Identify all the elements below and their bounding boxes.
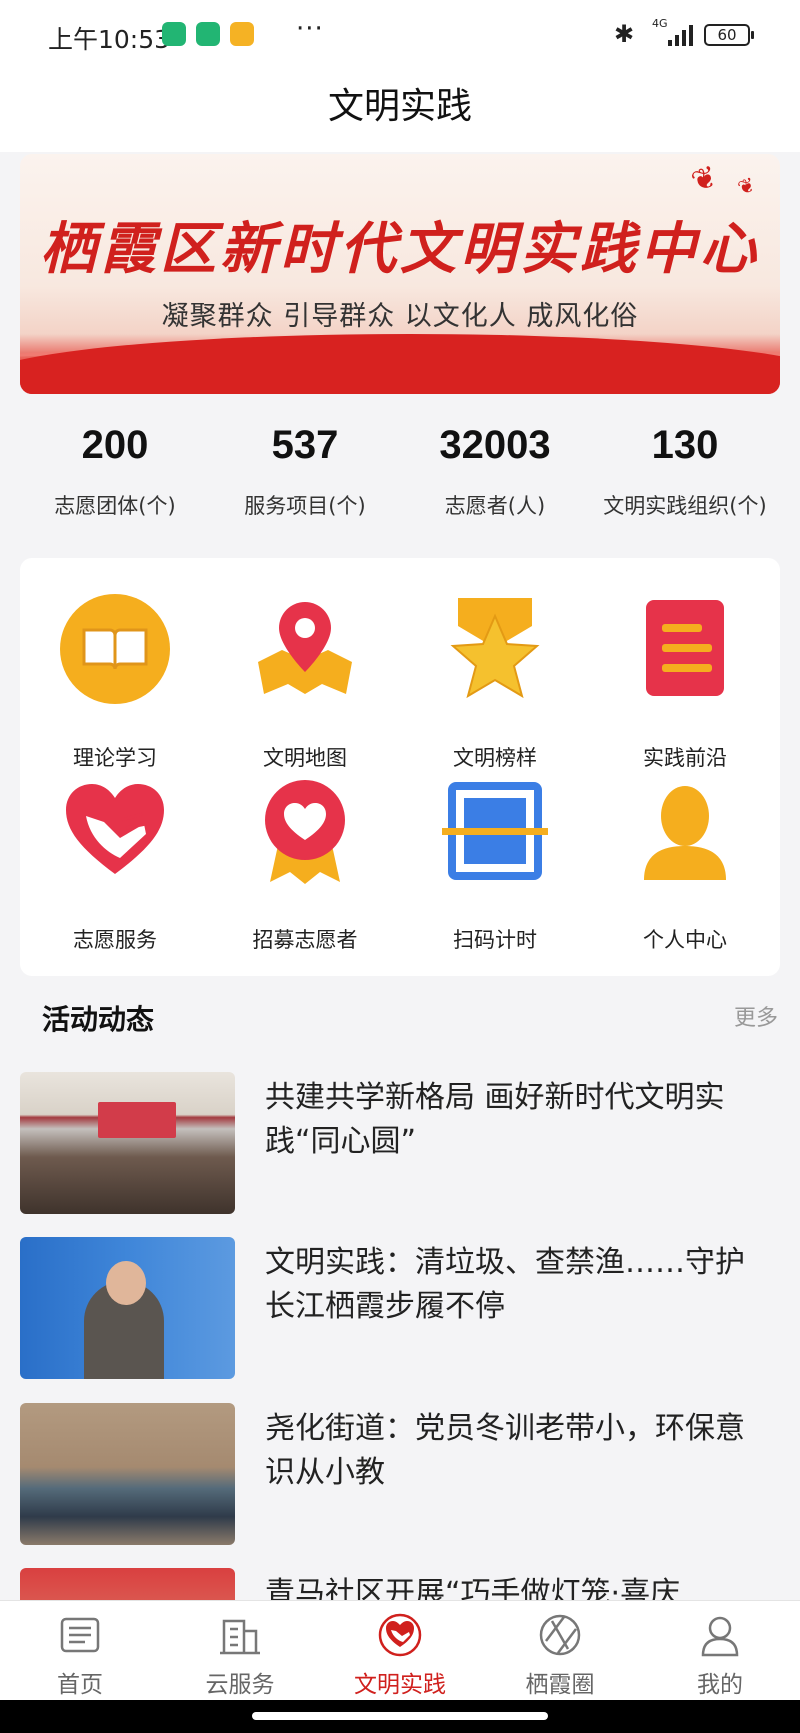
news-thumbnail — [20, 1072, 235, 1214]
tab-label: 文明实践 — [354, 1672, 446, 1698]
grid-label: 扫码计时 — [453, 928, 537, 952]
stat-value: 130 — [651, 423, 719, 467]
list-item[interactable]: 文明实践：清垃圾、查禁渔……守护长江栖霞步履不停 — [20, 1237, 780, 1382]
heart-hand-icon — [66, 784, 164, 874]
grid-item-volunteer-service[interactable]: 志愿服务 — [20, 776, 210, 952]
book-icon — [60, 594, 170, 704]
stat-value: 537 — [271, 423, 339, 467]
banner-title: 栖霞区新时代文明实践中心 — [40, 216, 760, 282]
news-title: 尧化街道：党员冬训老带小，环保意识从小教 — [265, 1411, 745, 1490]
network-type: 4G — [652, 17, 668, 30]
banner-decoration — [20, 334, 780, 394]
dove-icon: ❦ — [734, 171, 759, 201]
stat-label: 文明实践组织(个) — [603, 494, 767, 518]
more-link[interactable]: 更多 — [734, 1000, 778, 1032]
dove-icon: ❦ — [686, 158, 723, 201]
stat-value: 200 — [81, 423, 149, 467]
tab-label: 首页 — [57, 1672, 103, 1698]
banner-subtitle: 凝聚群众 引导群众 以文化人 成风化俗 — [161, 301, 639, 332]
tab-qixia-circle[interactable]: 栖霞圈 — [480, 1609, 640, 1701]
bluetooth-icon: ✱ — [614, 20, 635, 48]
stat-service-projects: 537 服务项目(个) — [210, 420, 400, 520]
stat-label: 志愿者(人) — [444, 494, 546, 518]
tab-label: 云服务 — [205, 1672, 275, 1698]
grid-label: 实践前沿 — [643, 746, 727, 770]
building-icon — [220, 1619, 260, 1655]
grid-item-personal-center[interactable]: 个人中心 — [590, 776, 780, 952]
app-notification-icon — [162, 22, 186, 46]
list-item[interactable]: 尧化街道：党员冬训老带小，环保意识从小教 — [20, 1403, 780, 1548]
heart-hand-icon — [378, 1613, 422, 1657]
stat-label: 服务项目(个) — [244, 494, 366, 518]
feature-grid: 理论学习 文明地图 文明榜样 实践前沿 志愿服务 招募志愿者 扫码计时 个人中心 — [20, 558, 780, 976]
stat-value: 32003 — [439, 423, 551, 467]
status-bar: 上午10:53 ··· ✱ 4G 60 — [0, 0, 800, 70]
tab-cloud-service[interactable]: 云服务 — [160, 1609, 320, 1701]
list-item[interactable]: 共建共学新格局 画好新时代文明实践“同心圆” — [20, 1072, 780, 1217]
message-notification-icon — [230, 22, 254, 46]
grid-label: 理论学习 — [73, 746, 157, 770]
home-indicator[interactable] — [252, 1712, 548, 1720]
signal-icon — [668, 24, 698, 46]
tab-label: 我的 — [697, 1672, 743, 1698]
grid-label: 招募志愿者 — [252, 928, 358, 952]
battery-icon: 60 — [704, 24, 754, 46]
star-medal-icon — [450, 598, 540, 699]
news-thumbnail — [20, 1403, 235, 1545]
grid-label: 文明榜样 — [453, 746, 537, 770]
grid-label: 志愿服务 — [73, 928, 157, 952]
status-time: 上午10:53 — [48, 25, 171, 54]
tab-label: 栖霞圈 — [525, 1672, 595, 1698]
stats-row: 200 志愿团体(个) 537 服务项目(个) 32003 志愿者(人) 130… — [20, 420, 780, 530]
stat-label: 志愿团体(个) — [54, 494, 176, 518]
grid-item-role-models[interactable]: 文明榜样 — [400, 594, 590, 770]
grid-label: 个人中心 — [643, 928, 727, 952]
aperture-icon — [539, 1614, 581, 1656]
stat-practice-orgs: 130 文明实践组织(个) — [590, 420, 780, 520]
tab-home[interactable]: 首页 — [0, 1609, 160, 1701]
grid-item-recruit-volunteers[interactable]: 招募志愿者 — [210, 776, 400, 952]
heart-badge-icon — [265, 780, 345, 884]
tab-civil-practice[interactable]: 文明实践 — [320, 1609, 480, 1701]
news-icon — [60, 1617, 100, 1653]
page-header: 文明实践 — [0, 70, 800, 152]
news-title: 共建共学新格局 画好新时代文明实践“同心圆” — [265, 1080, 725, 1159]
more-notifications-icon: ··· — [296, 14, 324, 44]
tab-mine[interactable]: 我的 — [640, 1609, 800, 1701]
news-thumbnail — [20, 1237, 235, 1379]
document-icon — [646, 600, 724, 696]
app-notification-icon — [196, 22, 220, 46]
system-navigation-bar — [0, 1700, 800, 1733]
grid-item-scan-timing[interactable]: 扫码计时 — [400, 776, 590, 952]
stat-volunteer-groups: 200 志愿团体(个) — [20, 420, 210, 520]
map-pin-icon — [258, 602, 352, 694]
grid-item-practice-frontier[interactable]: 实践前沿 — [590, 594, 780, 770]
stat-volunteers: 32003 志愿者(人) — [400, 420, 590, 520]
grid-label: 文明地图 — [263, 746, 347, 770]
grid-item-theory-study[interactable]: 理论学习 — [20, 594, 210, 770]
banner[interactable]: ❦ ❦ 栖霞区新时代文明实践中心 凝聚群众 引导群众 以文化人 成风化俗 — [20, 154, 780, 394]
user-icon — [701, 1616, 739, 1657]
page-title: 文明实践 — [327, 86, 472, 127]
news-title: 文明实践：清垃圾、查禁渔……守护长江栖霞步履不停 — [265, 1245, 745, 1324]
scan-icon — [442, 782, 548, 880]
bottom-tab-bar: 首页 云服务 文明实践 栖霞圈 我的 — [0, 1600, 800, 1700]
section-title: 活动动态 — [42, 1003, 155, 1036]
grid-item-civil-map[interactable]: 文明地图 — [210, 594, 400, 770]
person-icon — [644, 786, 726, 880]
